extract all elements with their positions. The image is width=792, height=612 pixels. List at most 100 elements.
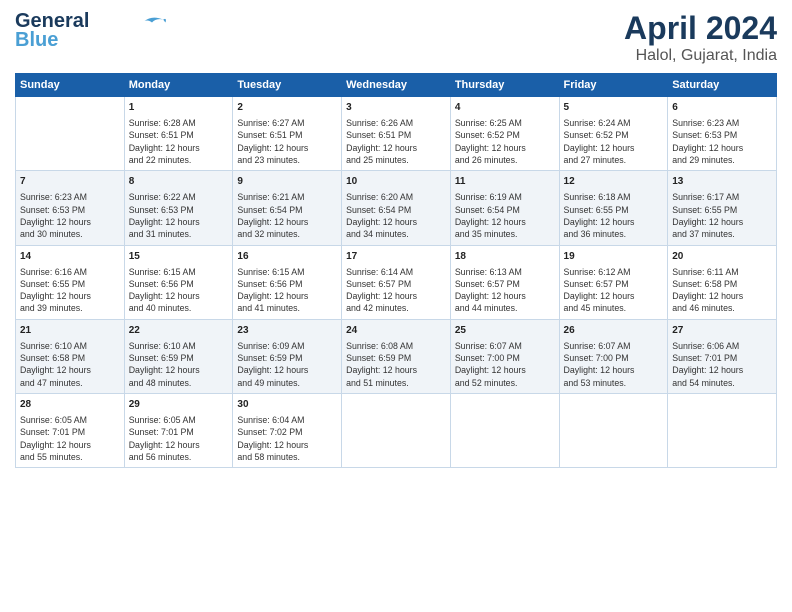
day-number: 12 [564, 175, 664, 189]
day-info: Sunrise: 6:20 AM Sunset: 6:54 PM Dayligh… [346, 191, 446, 240]
day-info: Sunrise: 6:07 AM Sunset: 7:00 PM Dayligh… [455, 340, 555, 389]
logo: General Blue [15, 10, 167, 52]
calendar-cell: 25 Sunrise: 6:07 AM Sunset: 7:00 PM Dayli… [450, 319, 559, 393]
calendar-cell [16, 97, 125, 171]
day-number: 2 [237, 101, 337, 115]
day-number: 29 [129, 398, 229, 412]
day-info: Sunrise: 6:21 AM Sunset: 6:54 PM Dayligh… [237, 191, 337, 240]
calendar-cell: 3 Sunrise: 6:26 AM Sunset: 6:51 PM Daylig… [342, 97, 451, 171]
calendar-cell: 5Sunrise: 6:24 AM Sunset: 6:52 PM Daylig… [559, 97, 668, 171]
logo-blue: Blue [15, 29, 58, 52]
day-info: Sunrise: 6:18 AM Sunset: 6:55 PM Dayligh… [564, 191, 664, 240]
day-number: 1 [129, 101, 229, 115]
day-number: 18 [455, 250, 555, 264]
day-info: Sunrise: 6:10 AM Sunset: 6:59 PM Dayligh… [129, 340, 229, 389]
col-friday: Friday [559, 74, 668, 97]
calendar-cell: 17 Sunrise: 6:14 AM Sunset: 6:57 PM Dayli… [342, 245, 451, 319]
calendar-cell: 10 Sunrise: 6:20 AM Sunset: 6:54 PM Dayli… [342, 171, 451, 245]
calendar-cell: 11 Sunrise: 6:19 AM Sunset: 6:54 PM Dayli… [450, 171, 559, 245]
day-number: 26 [564, 324, 664, 338]
day-number: 3 [346, 101, 446, 115]
calendar-cell: 16Sunrise: 6:15 AM Sunset: 6:56 PM Dayli… [233, 245, 342, 319]
day-info: Sunrise: 6:08 AM Sunset: 6:59 PM Dayligh… [346, 340, 446, 389]
day-info: Sunrise: 6:28 AM Sunset: 6:51 PM Dayligh… [129, 117, 229, 166]
day-number: 20 [672, 250, 772, 264]
calendar-cell: 14Sunrise: 6:16 AM Sunset: 6:55 PM Dayli… [16, 245, 125, 319]
calendar-cell: 9 Sunrise: 6:21 AM Sunset: 6:54 PM Daylig… [233, 171, 342, 245]
calendar-cell: 6 Sunrise: 6:23 AM Sunset: 6:53 PM Daylig… [668, 97, 777, 171]
col-saturday: Saturday [668, 74, 777, 97]
calendar-cell [668, 394, 777, 468]
calendar-cell: 21 Sunrise: 6:10 AM Sunset: 6:58 PM Dayli… [16, 319, 125, 393]
day-info: Sunrise: 6:23 AM Sunset: 6:53 PM Dayligh… [20, 191, 120, 240]
day-info: Sunrise: 6:23 AM Sunset: 6:53 PM Dayligh… [672, 117, 772, 166]
day-number: 16 [237, 250, 337, 264]
day-number: 24 [346, 324, 446, 338]
calendar-cell: 13 Sunrise: 6:17 AM Sunset: 6:55 PM Dayli… [668, 171, 777, 245]
day-info: Sunrise: 6:12 AM Sunset: 6:57 PM Dayligh… [564, 266, 664, 315]
calendar-cell: 19 Sunrise: 6:12 AM Sunset: 6:57 PM Dayli… [559, 245, 668, 319]
calendar-cell: 20 Sunrise: 6:11 AM Sunset: 6:58 PM Dayli… [668, 245, 777, 319]
calendar-header-row: Sunday Monday Tuesday Wednesday Thursday… [16, 74, 777, 97]
title-block: April 2024 Halol, Gujarat, India [624, 10, 777, 65]
day-info: Sunrise: 6:07 AM Sunset: 7:00 PM Dayligh… [564, 340, 664, 389]
day-number: 21 [20, 324, 120, 338]
calendar-cell: 15 Sunrise: 6:15 AM Sunset: 6:56 PM Dayli… [124, 245, 233, 319]
calendar-week-row: 14Sunrise: 6:16 AM Sunset: 6:55 PM Dayli… [16, 245, 777, 319]
calendar-cell: 1 Sunrise: 6:28 AM Sunset: 6:51 PM Daylig… [124, 97, 233, 171]
day-number: 5 [564, 101, 664, 115]
day-number: 14 [20, 250, 120, 264]
calendar-cell: 29 Sunrise: 6:05 AM Sunset: 7:01 PM Dayli… [124, 394, 233, 468]
day-info: Sunrise: 6:09 AM Sunset: 6:59 PM Dayligh… [237, 340, 337, 389]
day-info: Sunrise: 6:05 AM Sunset: 7:01 PM Dayligh… [20, 414, 120, 463]
calendar-cell [559, 394, 668, 468]
day-info: Sunrise: 6:17 AM Sunset: 6:55 PM Dayligh… [672, 191, 772, 240]
day-number: 9 [237, 175, 337, 189]
page-header: General Blue April 2024 Halol, Gujarat, … [15, 10, 777, 65]
day-number: 13 [672, 175, 772, 189]
day-number: 17 [346, 250, 446, 264]
day-number: 23 [237, 324, 337, 338]
calendar-cell: 12 Sunrise: 6:18 AM Sunset: 6:55 PM Dayli… [559, 171, 668, 245]
day-number: 30 [237, 398, 337, 412]
calendar-table: Sunday Monday Tuesday Wednesday Thursday… [15, 73, 777, 468]
day-info: Sunrise: 6:26 AM Sunset: 6:51 PM Dayligh… [346, 117, 446, 166]
day-info: Sunrise: 6:13 AM Sunset: 6:57 PM Dayligh… [455, 266, 555, 315]
calendar-cell: 2 Sunrise: 6:27 AM Sunset: 6:51 PM Daylig… [233, 97, 342, 171]
day-number: 15 [129, 250, 229, 264]
day-info: Sunrise: 6:05 AM Sunset: 7:01 PM Dayligh… [129, 414, 229, 463]
day-info: Sunrise: 6:04 AM Sunset: 7:02 PM Dayligh… [237, 414, 337, 463]
day-number: 25 [455, 324, 555, 338]
col-sunday: Sunday [16, 74, 125, 97]
calendar-cell [342, 394, 451, 468]
day-number: 8 [129, 175, 229, 189]
calendar-cell: 22 Sunrise: 6:10 AM Sunset: 6:59 PM Dayli… [124, 319, 233, 393]
day-number: 10 [346, 175, 446, 189]
calendar-cell: 18 Sunrise: 6:13 AM Sunset: 6:57 PM Dayli… [450, 245, 559, 319]
day-number: 28 [20, 398, 120, 412]
day-info: Sunrise: 6:11 AM Sunset: 6:58 PM Dayligh… [672, 266, 772, 315]
col-tuesday: Tuesday [233, 74, 342, 97]
calendar-cell: 27 Sunrise: 6:06 AM Sunset: 7:01 PM Dayli… [668, 319, 777, 393]
day-info: Sunrise: 6:06 AM Sunset: 7:01 PM Dayligh… [672, 340, 772, 389]
day-number: 19 [564, 250, 664, 264]
calendar-cell: 4Sunrise: 6:25 AM Sunset: 6:52 PM Daylig… [450, 97, 559, 171]
day-info: Sunrise: 6:10 AM Sunset: 6:58 PM Dayligh… [20, 340, 120, 389]
day-number: 27 [672, 324, 772, 338]
calendar-cell: 26 Sunrise: 6:07 AM Sunset: 7:00 PM Dayli… [559, 319, 668, 393]
day-number: 11 [455, 175, 555, 189]
calendar-week-row: 7Sunrise: 6:23 AM Sunset: 6:53 PM Daylig… [16, 171, 777, 245]
day-info: Sunrise: 6:25 AM Sunset: 6:52 PM Dayligh… [455, 117, 555, 166]
day-info: Sunrise: 6:14 AM Sunset: 6:57 PM Dayligh… [346, 266, 446, 315]
day-info: Sunrise: 6:19 AM Sunset: 6:54 PM Dayligh… [455, 191, 555, 240]
calendar-cell [450, 394, 559, 468]
calendar-cell: 24 Sunrise: 6:08 AM Sunset: 6:59 PM Dayli… [342, 319, 451, 393]
day-number: 6 [672, 101, 772, 115]
day-info: Sunrise: 6:27 AM Sunset: 6:51 PM Dayligh… [237, 117, 337, 166]
day-number: 22 [129, 324, 229, 338]
logo-bird-icon [137, 13, 167, 29]
calendar-week-row: 21 Sunrise: 6:10 AM Sunset: 6:58 PM Dayli… [16, 319, 777, 393]
calendar-cell: 23 Sunrise: 6:09 AM Sunset: 6:59 PM Dayli… [233, 319, 342, 393]
day-info: Sunrise: 6:15 AM Sunset: 6:56 PM Dayligh… [129, 266, 229, 315]
calendar-cell: 28 Sunrise: 6:05 AM Sunset: 7:01 PM Dayli… [16, 394, 125, 468]
